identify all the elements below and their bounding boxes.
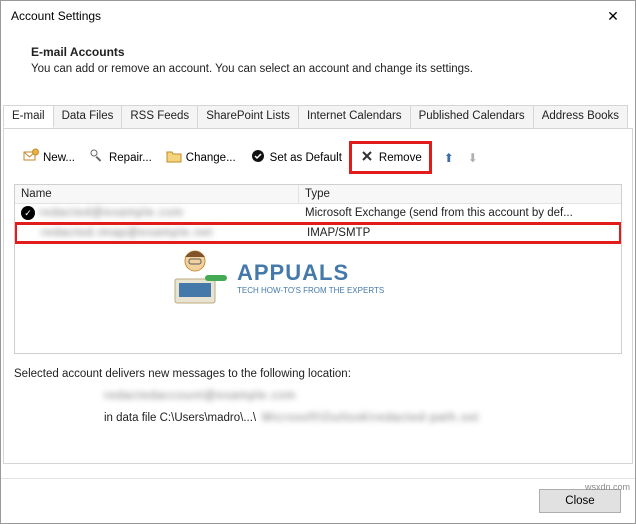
tab-internet-calendars[interactable]: Internet Calendars <box>298 105 411 128</box>
account-row[interactable]: ✓ redacted@example.com Microsoft Exchang… <box>15 204 621 222</box>
check-circle-icon <box>250 148 266 167</box>
toolbar-label: Remove <box>379 152 422 164</box>
tab-published-calendars[interactable]: Published Calendars <box>410 105 534 128</box>
account-name-redacted: redacted@example.com <box>39 207 184 219</box>
envelope-new-icon <box>23 148 39 167</box>
repair-account-button[interactable]: Repair... <box>82 144 159 171</box>
account-name-redacted: redacted.imap@example.net <box>41 227 213 239</box>
account-row[interactable]: redacted.imap@example.net IMAP/SMTP <box>17 225 619 241</box>
toolbar-label: Set as Default <box>270 152 342 164</box>
section-heading: E-mail Accounts <box>31 45 619 59</box>
move-up-icon[interactable]: ⬆ <box>440 149 458 167</box>
delivery-file-path: in data file C:\Users\madro\...\ Microso… <box>104 412 622 424</box>
delivery-location-value: redactedaccount@example.com <box>104 390 622 402</box>
toolbar-label: Change... <box>186 152 236 164</box>
account-type: IMAP/SMTP <box>307 227 613 239</box>
set-default-button[interactable]: Set as Default <box>243 144 349 171</box>
default-check-icon: ✓ <box>21 206 35 220</box>
delete-x-icon <box>359 148 375 167</box>
delivery-location-label: Selected account delivers new messages t… <box>14 368 622 380</box>
tab-rss-feeds[interactable]: RSS Feeds <box>121 105 198 128</box>
account-list: Name Type ✓ redacted@example.com Microso… <box>14 184 622 354</box>
column-header-name[interactable]: Name <box>15 185 299 203</box>
account-settings-window: Account Settings ✕ E-mail Accounts You c… <box>0 0 636 524</box>
wrench-gear-icon <box>89 148 105 167</box>
titlebar: Account Settings ✕ <box>1 1 635 31</box>
change-account-button[interactable]: Change... <box>159 144 243 171</box>
tab-sharepoint-lists[interactable]: SharePoint Lists <box>197 105 299 128</box>
folder-gear-icon <box>166 148 182 167</box>
tab-email[interactable]: E-mail <box>3 105 54 128</box>
appuals-watermark: APPUALS TECH HOW-TO'S FROM THE EXPERTS <box>165 245 384 310</box>
delivery-account-redacted: redactedaccount@example.com <box>104 390 296 402</box>
appuals-logo-icon <box>165 245 231 310</box>
window-close-button[interactable]: ✕ <box>591 1 635 31</box>
toolbar: New... Repair... Change... <box>14 139 622 182</box>
delivery-file-redacted: Microsoft\Outlook\redacted-path.ost <box>262 412 479 424</box>
column-header-type[interactable]: Type <box>299 185 621 203</box>
dialog-footer: Close <box>1 478 635 523</box>
window-title: Account Settings <box>11 9 101 23</box>
toolbar-label: New... <box>43 152 75 164</box>
tab-data-files[interactable]: Data Files <box>53 105 123 128</box>
new-account-button[interactable]: New... <box>16 144 82 171</box>
tab-strip: E-mail Data Files RSS Feeds SharePoint L… <box>3 105 633 128</box>
account-type: Microsoft Exchange (send from this accou… <box>305 207 615 219</box>
move-down-icon[interactable]: ⬇ <box>464 149 482 167</box>
toolbar-label: Repair... <box>109 152 152 164</box>
email-tab-pane: New... Repair... Change... <box>3 128 633 464</box>
remove-button-highlight: Remove <box>349 141 432 174</box>
tab-address-books[interactable]: Address Books <box>533 105 628 128</box>
section-subtitle: You can add or remove an account. You ca… <box>31 63 619 75</box>
close-button[interactable]: Close <box>539 489 621 513</box>
watermark-brand: APPUALS <box>237 260 384 286</box>
list-header: Name Type <box>15 185 621 204</box>
delivery-file-prefix: in data file C:\Users\madro\...\ <box>104 412 256 424</box>
watermark-tagline: TECH HOW-TO'S FROM THE EXPERTS <box>237 286 384 295</box>
remove-account-button[interactable]: Remove <box>352 144 429 171</box>
account-row-highlight: redacted.imap@example.net IMAP/SMTP <box>14 222 622 244</box>
